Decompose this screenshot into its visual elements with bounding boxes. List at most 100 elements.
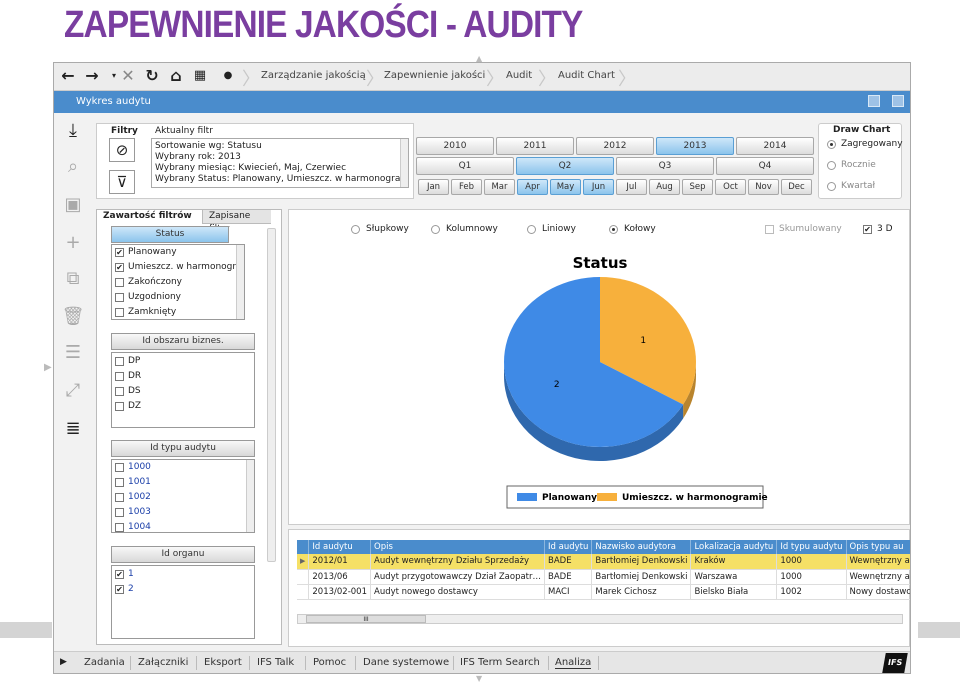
info-icon[interactable]	[868, 95, 880, 107]
breadcrumb-item-3[interactable]: Audit	[506, 70, 532, 81]
close-icon[interactable]: ✕	[118, 66, 138, 86]
table-row[interactable]: 2013/06 Audyt przygotowawczy Dział Zaopat…	[297, 569, 910, 585]
clear-filter-icon[interactable]: ⊘	[109, 138, 135, 162]
type-checkbox[interactable]	[115, 508, 124, 517]
back-icon[interactable]: ←	[58, 66, 78, 86]
bottom-tab-analiza[interactable]: Analiza	[555, 657, 592, 669]
type-checkbox[interactable]	[115, 478, 124, 487]
area-checkbox[interactable]	[115, 402, 124, 411]
expand-left-icon[interactable]: ▶	[44, 362, 52, 373]
status-checkbox[interactable]: ✔	[115, 248, 124, 257]
breadcrumb-item-2[interactable]: Zapewnienie jakości	[384, 70, 485, 81]
home-icon[interactable]: ⌂	[166, 66, 186, 86]
grid-column-header[interactable]: Id typu audytu	[776, 540, 847, 554]
grid-menu-icon[interactable]: ▦	[190, 66, 210, 86]
chart-type-radio[interactable]	[527, 225, 536, 234]
month-button-jul[interactable]: Jul	[616, 179, 647, 195]
search-icon[interactable]: ⌕	[61, 155, 85, 179]
add-icon[interactable]: +	[61, 231, 85, 255]
grid-column-header[interactable]: Nazwisko audytora	[591, 540, 692, 554]
type-checkbox[interactable]	[115, 463, 124, 472]
chart-type-radio[interactable]	[431, 225, 440, 234]
organ-checkbox[interactable]: ✔	[115, 570, 124, 579]
list-icon[interactable]: ☰	[61, 341, 85, 365]
bottom-tab-ifs-term-search[interactable]: IFS Term Search	[460, 657, 540, 668]
status-checkbox[interactable]	[115, 278, 124, 287]
radio-yearly[interactable]	[827, 161, 836, 170]
download-icon[interactable]: ⤓	[61, 119, 85, 143]
grid-scroll-thumb[interactable]: III	[306, 615, 426, 623]
quarter-button-Q1[interactable]: Q1	[416, 157, 514, 175]
status-checkbox[interactable]	[115, 293, 124, 302]
month-button-jan[interactable]: Jan	[418, 179, 449, 195]
tab-filter-contents[interactable]: Zawartość filtrów	[97, 210, 203, 224]
filter-scrollbar[interactable]	[400, 139, 408, 187]
year-button-2013[interactable]: 2013	[656, 137, 734, 155]
month-button-nov[interactable]: Nov	[748, 179, 779, 195]
area-checkbox[interactable]	[115, 387, 124, 396]
bottom-tab-zadania[interactable]: Zadania	[84, 657, 125, 668]
breadcrumb-item-4[interactable]: Audit Chart	[558, 70, 615, 81]
organ-checkbox[interactable]: ✔	[115, 585, 124, 594]
status-list-scrollbar[interactable]	[236, 245, 244, 319]
status-group-header[interactable]: Status	[111, 226, 229, 243]
grid-column-header[interactable]: Id audytu	[544, 540, 593, 554]
tab-saved-filters[interactable]: Zapisane filtry	[203, 210, 271, 234]
save-filter-icon[interactable]: ⊽	[109, 170, 135, 194]
month-button-feb[interactable]: Feb	[451, 179, 482, 195]
area-checkbox[interactable]	[115, 357, 124, 366]
year-button-2010[interactable]: 2010	[416, 137, 494, 155]
bottom-tab-eksport[interactable]: Eksport	[204, 657, 242, 668]
month-button-oct[interactable]: Oct	[715, 179, 746, 195]
duplicate-icon[interactable]: ⧉	[61, 267, 85, 291]
month-button-dec[interactable]: Dec	[781, 179, 812, 195]
bottom-tab-ifs-talk[interactable]: IFS Talk	[257, 657, 294, 668]
type-checkbox[interactable]	[115, 493, 124, 502]
grid-column-header[interactable]: Opis typu au	[846, 540, 910, 554]
filter-panel-scrollbar[interactable]	[267, 228, 276, 562]
month-button-may[interactable]: May	[550, 179, 581, 195]
refresh-icon[interactable]: ↻	[142, 66, 162, 86]
month-button-sep[interactable]: Sep	[682, 179, 713, 195]
organ-group-header[interactable]: Id organu	[111, 546, 255, 563]
type-group-header[interactable]: Id typu audytu	[111, 440, 255, 457]
month-button-apr[interactable]: Apr	[517, 179, 548, 195]
chart-type-radio[interactable]	[351, 225, 360, 234]
status-checkbox[interactable]	[115, 308, 124, 317]
year-button-2012[interactable]: 2012	[576, 137, 654, 155]
expand-bottom-icon[interactable]: ▶	[60, 657, 67, 667]
quarter-button-Q2[interactable]: Q2	[516, 157, 614, 175]
year-button-2014[interactable]: 2014	[736, 137, 814, 155]
chart-type-radio[interactable]	[609, 225, 618, 234]
expand-icon[interactable]: ⤢	[61, 379, 85, 403]
forward-icon[interactable]: →	[82, 66, 102, 86]
grid-column-header[interactable]: Id audytu	[308, 540, 371, 554]
bottom-tab-załączniki[interactable]: Załączniki	[138, 657, 188, 668]
month-button-aug[interactable]: Aug	[649, 179, 680, 195]
save-icon[interactable]: ▣	[61, 193, 85, 217]
table-row[interactable]: 2013/02-001 Audyt nowego dostawcy MACI Mare…	[297, 584, 910, 600]
year-button-2011[interactable]: 2011	[496, 137, 574, 155]
month-button-jun[interactable]: Jun	[583, 179, 614, 195]
stacked-checkbox[interactable]	[765, 225, 774, 234]
chat-icon[interactable]	[892, 95, 904, 107]
quarter-button-Q4[interactable]: Q4	[716, 157, 814, 175]
breadcrumb-item-1[interactable]: Zarządzanie jakością	[261, 70, 366, 81]
type-checkbox[interactable]	[115, 523, 124, 532]
quarter-button-Q3[interactable]: Q3	[616, 157, 714, 175]
table-row[interactable]: ▶ 2012/01 Audyt wewnętrzny Działu Sprzedaż…	[297, 554, 910, 570]
details-icon[interactable]: ≣	[61, 417, 85, 441]
month-button-mar[interactable]: Mar	[484, 179, 515, 195]
radio-quarterly[interactable]	[827, 182, 836, 191]
bottom-tab-pomoc[interactable]: Pomoc	[313, 657, 346, 668]
type-list-scrollbar[interactable]	[246, 460, 254, 532]
area-group-header[interactable]: Id obszaru biznes.	[111, 333, 255, 350]
grid-column-header[interactable]: Opis	[370, 540, 546, 554]
status-checkbox[interactable]: ✔	[115, 263, 124, 272]
three-d-checkbox[interactable]: ✔	[863, 225, 872, 234]
area-checkbox[interactable]	[115, 372, 124, 381]
grid-hscrollbar[interactable]: III	[297, 614, 903, 624]
delete-icon[interactable]: 🗑	[61, 305, 85, 329]
grid-column-header[interactable]: Lokalizacja audytu	[690, 540, 778, 554]
bottom-tab-dane-systemowe[interactable]: Dane systemowe	[363, 657, 449, 668]
